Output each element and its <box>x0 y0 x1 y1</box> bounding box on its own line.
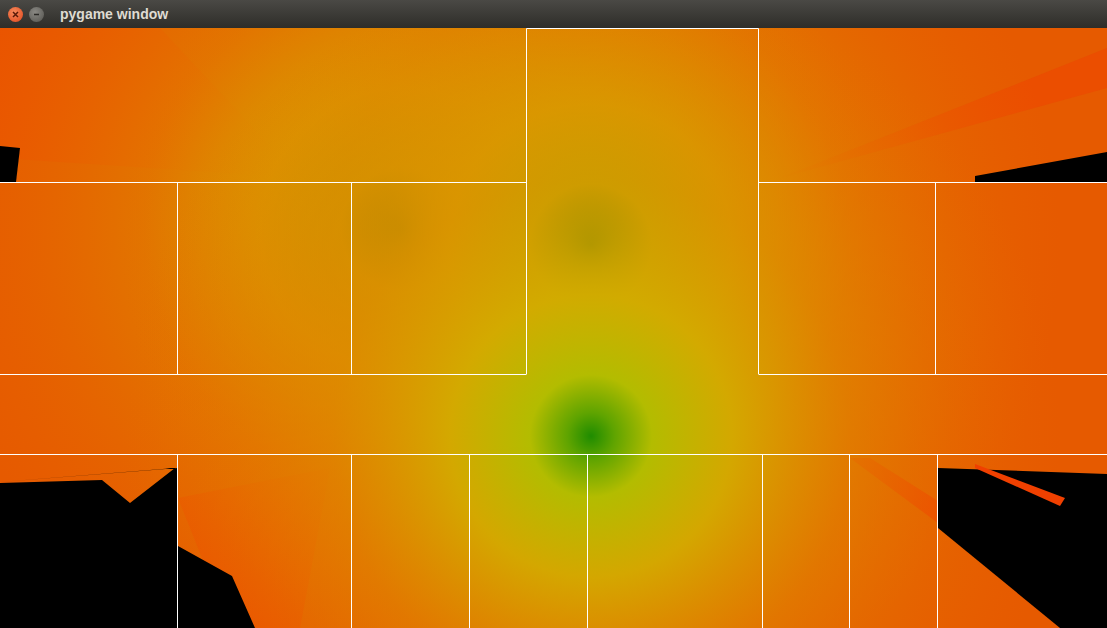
title-bar: pygame window <box>0 0 1107 28</box>
light-map <box>0 28 1107 628</box>
app-window: pygame window <box>0 0 1107 628</box>
window-title: pygame window <box>60 4 168 25</box>
close-icon[interactable] <box>8 7 23 22</box>
game-canvas <box>0 28 1107 628</box>
minimize-icon[interactable] <box>29 7 44 22</box>
